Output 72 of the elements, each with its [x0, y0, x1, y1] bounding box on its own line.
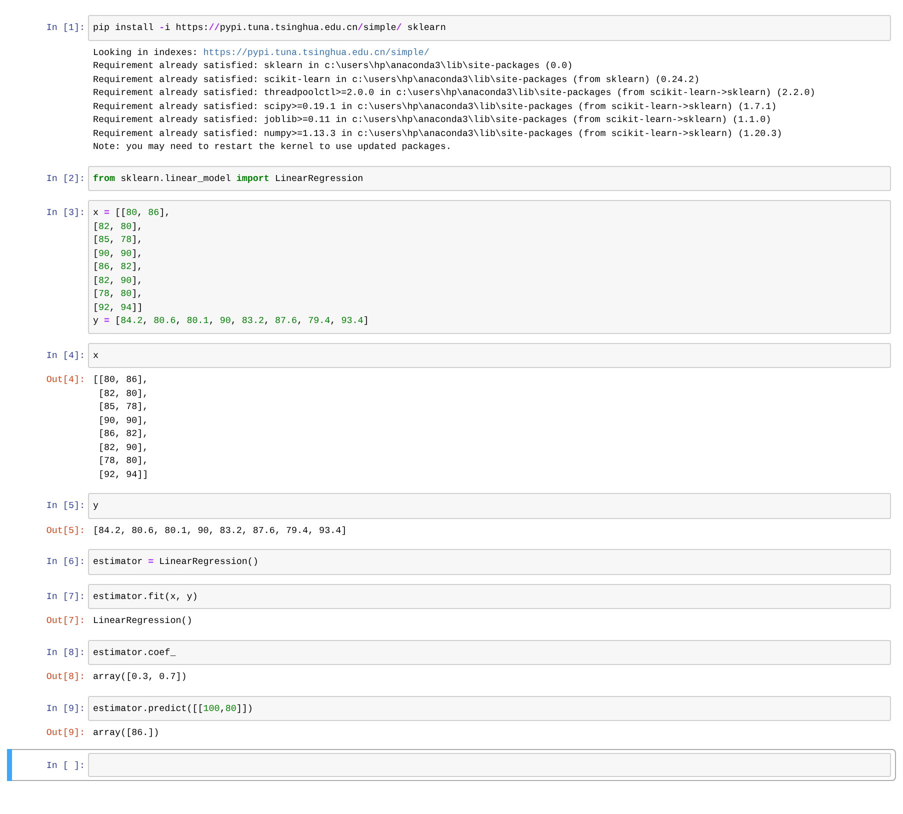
output-line: array([86.]): [93, 726, 160, 740]
output-prompt: Out[9]:: [46, 726, 85, 740]
code-line: y = [84.2, 80.6, 80.1, 90, 83.2, 87.6, 79.4, 93.4]: [93, 314, 369, 328]
output-line: Requirement already satisfied: scikit-learn in c:\users\hp\anaconda3\lib\site-packages (from sklearn) (0.24.2): [93, 72, 700, 86]
notebook-cell[interactable]: In [4]: x Out[4]: [[80, 86], [82, 80], [85, 78], [90, 90], [86, 82], [82, 90], [78, 80], [92, 94]]: [7, 340, 896, 487]
input-prompt: In [5]:: [46, 499, 85, 512]
notebook-cell[interactable]: In [7]: estimator.fit(x, y) Out[7]: LinearRegression(): [7, 580, 896, 634]
code-line: [82, 80],: [93, 220, 143, 233]
code-input[interactable]: x = [[80, 86], [82, 80], [85, 78], [90, 90], [86, 82], [82, 90], [78, 80], [92, 94]] y = [84.2, 80.6, 80.1, 90, 83.2, 87.6, 79.4, 93.4]: [88, 200, 891, 334]
output-line: [82, 80],: [98, 386, 148, 400]
notebook-cell[interactable]: In [ ]:: [7, 748, 896, 780]
output-line: [84.2, 80.6, 80.1, 90, 83.2, 87.6, 79.4, 93.4]: [93, 524, 347, 537]
code-line: [90, 90],: [93, 246, 143, 260]
code-line: estimator.fit(x, y): [93, 590, 198, 603]
output-line: [86, 82],: [98, 427, 148, 440]
input-prompt: In [8]:: [46, 646, 85, 659]
code-line: [92, 94]]: [93, 300, 143, 314]
selection-bar: [7, 748, 12, 780]
code-input[interactable]: [88, 752, 891, 776]
output-line: [85, 78],: [98, 400, 148, 414]
code-line: estimator.coef_: [93, 646, 176, 659]
code-input[interactable]: estimator.fit(x, y): [88, 584, 891, 609]
input-prompt: In [7]:: [46, 590, 85, 603]
output-prompt: Out[5]:: [46, 524, 85, 537]
code-line: estimator.predict([[100,80]]): [93, 702, 253, 715]
output-prompt: Out[4]:: [46, 373, 85, 386]
code-line: x: [93, 348, 99, 362]
input-prompt: In [ ]:: [46, 758, 85, 772]
code-input[interactable]: pip install -i https://pypi.tuna.tsinghua.edu.cn/simple/ sklearn: [88, 15, 891, 40]
output-line: Looking in indexes: https://pypi.tuna.tsinghua.edu.cn/simple/: [93, 46, 430, 59]
input-prompt: In [9]:: [46, 702, 85, 715]
output-line: [92, 94]]: [98, 468, 148, 481]
input-prompt: In [2]:: [46, 172, 85, 185]
output-line: [[80, 86],: [93, 373, 148, 386]
code-input[interactable]: estimator.predict([[100,80]]): [88, 696, 891, 721]
notebook-cell[interactable]: In [6]: estimator = LinearRegression(): [7, 546, 896, 578]
output-prompt: Out[7]:: [46, 614, 85, 628]
code-line: x = [[80, 86],: [93, 206, 170, 220]
input-prompt: In [4]:: [46, 348, 85, 362]
output-line: [82, 90],: [98, 440, 148, 454]
output-prompt: Out[8]:: [46, 670, 85, 684]
code-line: y: [93, 499, 99, 512]
notebook-cell[interactable]: In [3]: x = [[80, 86], [82, 80], [85, 78], [90, 90], [86, 82], [82, 90], [78, 80], [92, 94]] y = [84.2, 80.6, 80.1, 90, 83.2, 87.6, 79.4, 93.4]: [7, 197, 896, 336]
notebook-cell[interactable]: In [5]: y Out[5]: [84.2, 80.6, 80.1, 90, 83.2, 87.6, 79.4, 93.4]: [7, 490, 896, 543]
output-line: [90, 90],: [98, 414, 148, 427]
code-line: [85, 78],: [93, 233, 143, 246]
output-line: array([0.3, 0.7]): [93, 670, 187, 684]
code-input[interactable]: x: [88, 342, 891, 368]
code-line: pip install -i https://pypi.tuna.tsinghua.edu.cn/simple/ sklearn: [93, 21, 446, 34]
output-line: Note: you may need to restart the kernel to use updated packages.: [93, 140, 452, 154]
notebook-cell[interactable]: In [9]: estimator.predict([[100,80]]) Out[9]: array([86.]): [7, 692, 896, 746]
code-input[interactable]: y: [88, 493, 891, 518]
notebook-cell[interactable]: In [2]: from sklearn.linear_model import LinearRegression: [7, 162, 896, 194]
input-prompt: In [6]:: [46, 555, 85, 568]
code-input[interactable]: estimator.coef_: [88, 640, 891, 665]
code-input[interactable]: from sklearn.linear_model import LinearRegression: [88, 166, 891, 191]
code-line: [78, 80],: [93, 287, 143, 300]
code-line: [82, 90],: [93, 274, 143, 287]
output-line: Requirement already satisfied: numpy>=1.13.3 in c:\users\hp\anaconda3\lib\site-packages (from scikit-learn->sklearn) (1.20.3): [93, 126, 782, 140]
output-line: Requirement already satisfied: threadpoolctl>=2.0.0 in c:\users\hp\anaconda3\lib\site-packages (from scikit-learn->sklearn) (2.2.0): [93, 86, 816, 100]
input-prompt: In [3]:: [46, 206, 85, 220]
notebook-cell[interactable]: In [8]: estimator.coef_ Out[8]: array([0.3, 0.7]): [7, 636, 896, 690]
output-line: LinearRegression(): [93, 614, 192, 628]
output-line: Requirement already satisfied: scipy>=0.19.1 in c:\users\hp\anaconda3\lib\site-packages (from scikit-learn->sklearn) (1.7.1): [93, 100, 777, 113]
output-line: Requirement already satisfied: joblib>=0.11 in c:\users\hp\anaconda3\lib\site-packages (from scikit-learn->sklearn) (1.1.0): [93, 113, 772, 126]
output-line: [78, 80],: [98, 454, 148, 468]
code-line: from sklearn.linear_model import LinearRegression: [93, 172, 364, 185]
output-line: Requirement already satisfied: sklearn in c:\users\hp\anaconda3\lib\site-packages (0.0): [93, 59, 573, 72]
code-input[interactable]: estimator = LinearRegression(): [88, 549, 891, 574]
code-line: [86, 82],: [93, 260, 143, 274]
input-prompt: In [1]:: [46, 21, 85, 34]
code-line: estimator = LinearRegression(): [93, 555, 258, 568]
